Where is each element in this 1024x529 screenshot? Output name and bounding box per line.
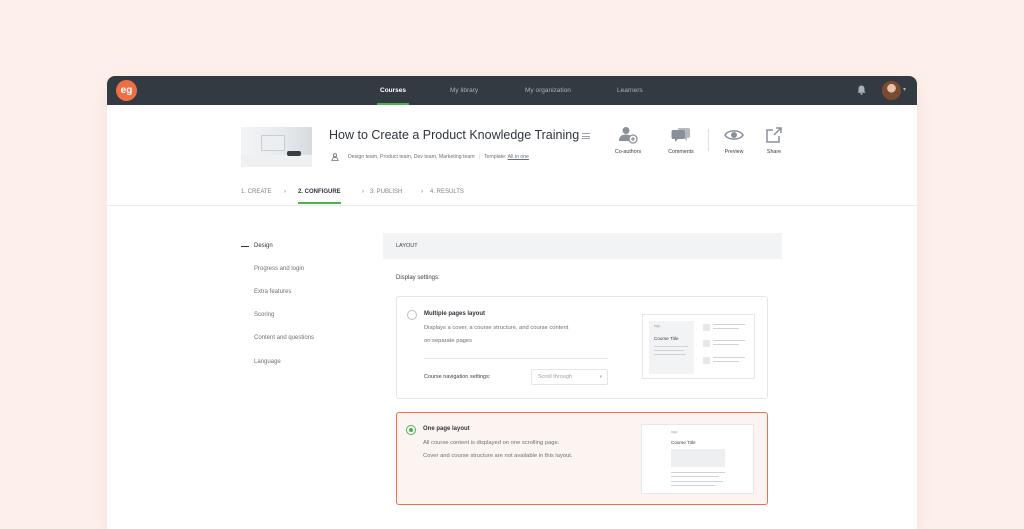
- sidebar-item-content-and-questions[interactable]: Content and questions: [254, 335, 314, 341]
- comments-icon: [671, 128, 690, 142]
- sidebar-item-progress-and-login[interactable]: Progress and login: [254, 266, 304, 272]
- template-link[interactable]: All in one: [508, 154, 529, 160]
- option-description: Cover and course structure are not avail…: [423, 453, 573, 459]
- coauthors-icon: [619, 127, 638, 144]
- chevron-down-icon[interactable]: ▾: [903, 86, 906, 93]
- sidebar-item-extra-features[interactable]: Extra features: [254, 289, 291, 295]
- nav-settings-value: Scroll through: [538, 374, 572, 380]
- app-window: eg Courses My library My organization Le…: [107, 76, 917, 529]
- user-avatar[interactable]: [882, 81, 901, 100]
- share-label: Share: [766, 149, 782, 155]
- chevron-right-icon: ›: [284, 189, 286, 195]
- option-description: All course content is displayed on one s…: [423, 440, 560, 446]
- share-button[interactable]: Share: [751, 126, 797, 166]
- menu-icon[interactable]: [582, 133, 590, 139]
- preview-title: Course Title: [654, 336, 679, 341]
- nav-courses[interactable]: Courses: [376, 76, 410, 105]
- preview-title: Course Title: [671, 440, 696, 445]
- teams-icon: [331, 153, 339, 161]
- course-meta: Design team, Product team, Dev team, Mar…: [348, 154, 529, 160]
- coauthors-button[interactable]: Co-authors: [605, 126, 651, 166]
- display-settings-label: Display settings:: [396, 275, 440, 281]
- header-divider: [107, 205, 917, 206]
- comments-label: Comments: [668, 149, 694, 155]
- option-title: One page layout: [423, 426, 470, 432]
- layout-section-header: LAYOUT: [383, 233, 782, 259]
- sidebar-item-scoring[interactable]: Scoring: [254, 312, 274, 318]
- layout-option-one-page[interactable]: One page layout All course content is di…: [396, 412, 768, 505]
- course-teams[interactable]: Design team, Product team, Dev team, Mar…: [348, 154, 475, 160]
- preview-logo: logo: [671, 430, 678, 434]
- course-title[interactable]: How to Create a Product Knowledge Traini…: [329, 128, 579, 142]
- divider: [708, 129, 709, 151]
- top-navbar: eg Courses My library My organization Le…: [107, 76, 917, 105]
- multi-page-preview: logo Course Title: [642, 314, 755, 379]
- nav-settings-label: Course navigation settings:: [424, 374, 491, 380]
- course-thumbnail: [241, 127, 312, 167]
- brand-logo[interactable]: eg: [116, 80, 137, 101]
- active-indicator: [241, 246, 249, 247]
- notification-bell-icon[interactable]: [857, 85, 866, 95]
- chevron-down-icon: ▾: [599, 374, 602, 380]
- coauthors-label: Co-authors: [614, 149, 642, 155]
- nav-learners[interactable]: Learners: [617, 76, 643, 105]
- template-label: Template:: [483, 154, 507, 160]
- option-description: on separate pages: [424, 338, 473, 344]
- sidebar-item-design[interactable]: Design: [254, 243, 273, 249]
- nav-settings-select[interactable]: Scroll through ▾: [531, 369, 608, 385]
- option-title: Multiple pages layout: [424, 311, 486, 317]
- step-results[interactable]: 4. RESULTS: [430, 189, 464, 195]
- nav-my-organization[interactable]: My organization: [525, 76, 571, 105]
- option-description: Displays a cover, a course structure, an…: [424, 325, 569, 331]
- layout-option-multiple-pages[interactable]: Multiple pages layout Displays a cover, …: [396, 296, 768, 399]
- step-create[interactable]: 1. CREATE: [241, 189, 272, 195]
- eye-icon: [724, 130, 744, 140]
- step-publish[interactable]: 3. PUBLISH: [370, 189, 402, 195]
- comments-button[interactable]: Comments: [658, 126, 704, 166]
- nav-my-library[interactable]: My library: [450, 76, 478, 105]
- one-page-preview: logo Course Title: [641, 424, 754, 494]
- radio-multiple-pages[interactable]: [407, 310, 417, 320]
- radio-one-page[interactable]: [406, 425, 416, 435]
- divider: [424, 358, 608, 359]
- step-configure[interactable]: 2. CONFIGURE: [298, 189, 341, 204]
- share-icon: [766, 127, 782, 143]
- chevron-right-icon: ›: [421, 189, 423, 195]
- chevron-right-icon: ›: [362, 189, 364, 195]
- sidebar-item-language[interactable]: Language: [254, 359, 281, 365]
- preview-logo: logo: [654, 324, 661, 328]
